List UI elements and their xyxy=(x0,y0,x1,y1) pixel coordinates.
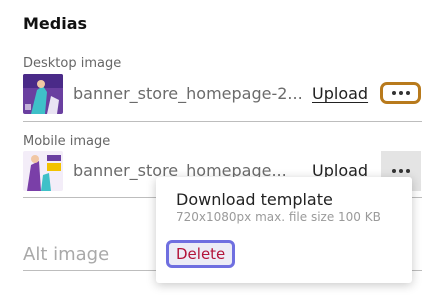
download-template-hint: 720x1080px max. file size 100 KB xyxy=(176,210,381,224)
menu-item-delete[interactable]: Delete xyxy=(166,240,236,268)
desktop-field-divider xyxy=(23,121,422,122)
section-title: Medias xyxy=(23,14,88,33)
desktop-more-button[interactable] xyxy=(380,82,421,104)
more-dot-icon xyxy=(398,91,403,95)
more-actions-menu: Download template 720x1080px max. file s… xyxy=(156,177,412,283)
more-dot-icon xyxy=(406,169,410,173)
more-dot-icon xyxy=(392,169,396,173)
desktop-image-label: Desktop image xyxy=(23,56,122,71)
more-dot-icon xyxy=(399,169,403,173)
mobile-image-thumbnail xyxy=(23,151,63,191)
alt-image-input[interactable]: Alt image xyxy=(23,244,109,265)
more-dot-icon xyxy=(391,91,396,95)
mobile-image-label: Mobile image xyxy=(23,134,111,149)
medias-panel: Medias Desktop image banner_store_homepa… xyxy=(0,0,446,304)
more-dot-icon xyxy=(405,91,410,95)
desktop-upload-button[interactable]: Upload xyxy=(312,84,368,103)
desktop-image-filename: banner_store_homepage-2... xyxy=(73,84,303,103)
desktop-image-thumbnail xyxy=(23,74,63,114)
menu-item-download-template[interactable]: Download template xyxy=(176,190,333,209)
